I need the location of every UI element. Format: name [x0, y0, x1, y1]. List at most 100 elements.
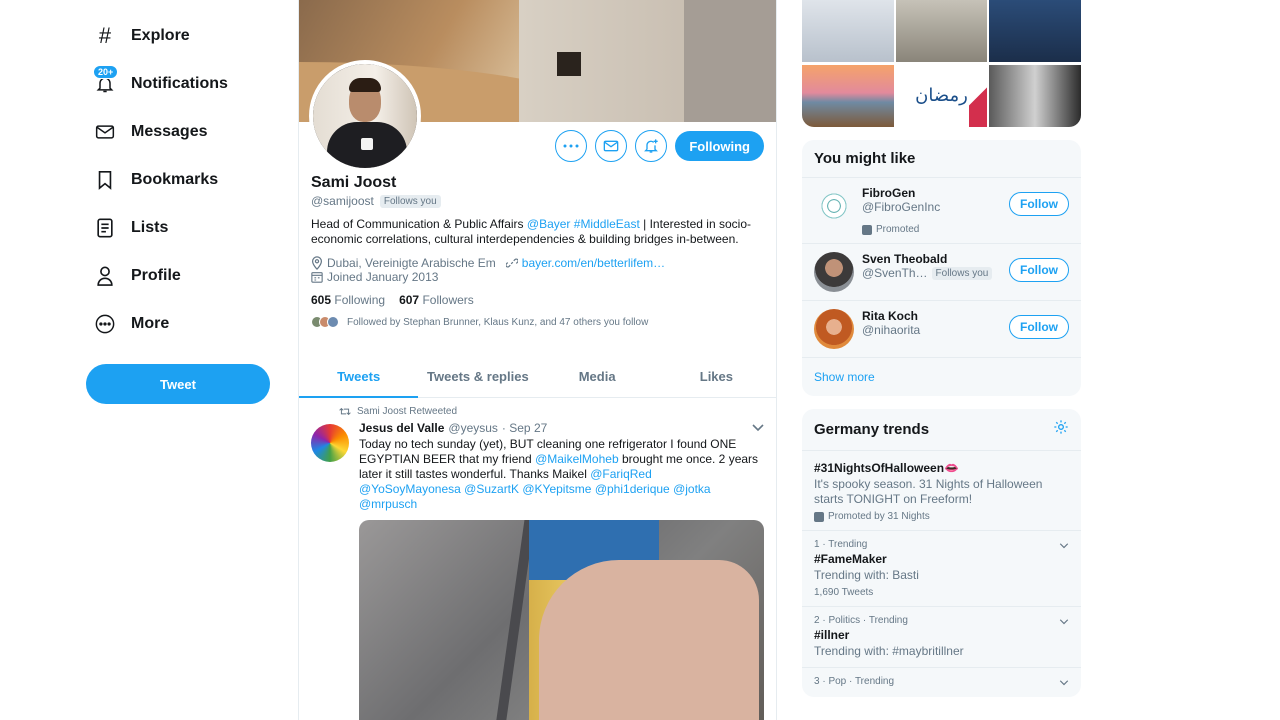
followers-label: Followers	[422, 293, 474, 307]
nav-messages[interactable]: Messages	[86, 108, 286, 156]
bio-hashtag-link[interactable]: #MiddleEast	[574, 217, 640, 231]
chevron-down-icon[interactable]	[1059, 678, 1069, 689]
media-thumbnail[interactable]	[802, 0, 894, 62]
retweeted-by-text: Sami Joost Retweeted	[357, 406, 458, 417]
list-icon	[94, 217, 116, 239]
nav-bookmarks[interactable]: Bookmarks	[86, 156, 286, 204]
tweet-mention-link[interactable]: @jotka	[673, 482, 711, 496]
gear-icon[interactable]	[1053, 419, 1069, 440]
nav-more[interactable]: More	[86, 300, 286, 348]
notify-button[interactable]	[635, 130, 668, 162]
tab-tweets[interactable]: Tweets	[299, 356, 419, 398]
tweet-media-image[interactable]	[359, 520, 764, 720]
trend-name: #FameMaker	[814, 552, 887, 566]
link-icon	[505, 258, 518, 268]
profile-avatar[interactable]	[309, 60, 421, 172]
left-nav: # Explore 20+ Notifications Messages Boo…	[86, 12, 286, 348]
media-thumbnail[interactable]	[895, 0, 988, 62]
trends-title: Germany trends	[814, 421, 930, 438]
account-avatar[interactable]	[814, 309, 854, 349]
message-button[interactable]	[595, 130, 628, 162]
nav-notifications[interactable]: 20+ Notifications	[86, 60, 286, 108]
trend-item[interactable]: 2 · Politics · Trending #illner Trending…	[802, 606, 1081, 667]
tweet-mention-link[interactable]: @FariqRed	[590, 467, 652, 481]
nav-notifications-label: Notifications	[131, 75, 228, 92]
tweet-author-avatar[interactable]	[311, 424, 349, 462]
more-circle-icon	[94, 313, 116, 335]
trend-name: #31NightsOfHalloween👄	[814, 461, 1069, 475]
bell-icon: 20+	[93, 65, 119, 95]
tweet-date[interactable]: · Sep 27	[502, 421, 547, 435]
trend-item[interactable]: #31NightsOfHalloween👄 It's spooky season…	[802, 450, 1081, 530]
media-thumbnail[interactable]	[989, 0, 1081, 62]
profile-website[interactable]: bayer.com/en/betterlifem…	[505, 256, 665, 270]
tweet-mention-link[interactable]: @phi1derique	[595, 482, 670, 496]
follow-button[interactable]: Follow	[1009, 192, 1069, 216]
nav-explore-label: Explore	[131, 27, 190, 44]
profile-joined-text: Joined January 2013	[327, 270, 439, 284]
show-more-link[interactable]: Show more	[802, 357, 1081, 396]
profile-website-link[interactable]: bayer.com/en/betterlifem…	[522, 256, 665, 270]
tab-tweets-replies[interactable]: Tweets & replies	[418, 356, 537, 397]
account-handle: @nihaorita	[862, 323, 921, 337]
follow-button[interactable]: Follow	[1009, 315, 1069, 339]
trend-item[interactable]: 3 · Pop · Trending	[802, 667, 1081, 697]
profile-location: Dubai, Vereinigte Arabische Em	[311, 256, 496, 270]
tab-media[interactable]: Media	[538, 356, 657, 397]
media-photo-grid: رمضان	[802, 0, 1081, 127]
chevron-down-icon[interactable]	[1059, 541, 1069, 552]
profile-name: Sami Joost	[311, 174, 397, 191]
nav-bookmarks-label: Bookmarks	[131, 171, 219, 188]
trend-description: It's spooky season. 31 Nights of Hallowe…	[814, 477, 1043, 506]
chevron-down-icon[interactable]	[752, 421, 764, 435]
trend-context: 2 · Politics · Trending	[814, 615, 908, 626]
nav-profile[interactable]: Profile	[86, 252, 286, 300]
retweet-context: Sami Joost Retweeted	[339, 406, 776, 417]
nav-messages-label: Messages	[131, 123, 208, 140]
followers-count-link[interactable]: 607 Followers	[399, 293, 474, 307]
nav-lists[interactable]: Lists	[86, 204, 286, 252]
trend-name-text: #31NightsOfHalloween	[814, 461, 945, 475]
tweet-mention-link[interactable]: @KYepitsme	[522, 482, 591, 496]
hash-icon: #	[98, 23, 112, 48]
tab-likes[interactable]: Likes	[657, 356, 776, 397]
tweet-button[interactable]: Tweet	[86, 364, 270, 404]
media-thumbnail[interactable]	[989, 64, 1081, 127]
following-count-link[interactable]: 605 Following	[311, 293, 385, 307]
followed-by-row[interactable]: Followed by Stephan Brunner, Klaus Kunz,…	[311, 316, 764, 328]
profile-location-text: Dubai, Vereinigte Arabische Em	[327, 256, 496, 270]
ellipsis-icon	[563, 144, 579, 148]
promoted-label: Promoted	[862, 224, 1069, 235]
suggested-account[interactable]: Rita Koch @nihaorita Follow	[802, 300, 1081, 357]
media-thumbnail[interactable]: رمضان	[895, 64, 988, 127]
account-avatar[interactable]	[814, 252, 854, 292]
ramadan-text: رمضان	[915, 85, 968, 105]
trends-header: Germany trends	[802, 409, 1081, 450]
account-avatar[interactable]	[814, 186, 854, 226]
tweet-mention-link[interactable]: @mrpusch	[359, 497, 417, 511]
promoted-icon	[862, 224, 872, 235]
profile-bio: Head of Communication & Public Affairs @…	[311, 217, 764, 247]
more-options-button[interactable]	[555, 130, 588, 162]
follow-button[interactable]: Follow	[1009, 258, 1069, 282]
profile-joined: Joined January 2013	[311, 270, 764, 284]
tweet-mention-link[interactable]: @SuzartK	[464, 482, 519, 496]
banner-window	[557, 52, 581, 76]
suggested-account[interactable]: FibroGen @FibroGenInc Promoted Follow	[802, 177, 1081, 243]
tweet-author-name[interactable]: Jesus del Valle	[359, 421, 444, 435]
trend-item[interactable]: 1 · Trending #FameMaker Trending with: B…	[802, 530, 1081, 606]
following-button[interactable]: Following	[675, 131, 764, 161]
banner-wall-shadow	[684, 0, 776, 122]
chevron-down-icon[interactable]	[1059, 617, 1069, 628]
nav-explore[interactable]: # Explore	[86, 12, 286, 60]
suggested-account[interactable]: Sven Theobald @SvenTh… Follows you Follow	[802, 243, 1081, 300]
media-thumbnail[interactable]	[802, 64, 894, 127]
tweet-mention-link[interactable]: @YoSoyMayonesa	[359, 482, 461, 496]
nav-more-label: More	[131, 315, 170, 332]
nav-profile-label: Profile	[131, 267, 181, 284]
profile-tabs: Tweets Tweets & replies Media Likes	[299, 356, 776, 398]
bio-mention-link[interactable]: @Bayer	[527, 217, 571, 231]
tweet[interactable]: Sami Joost Retweeted Jesus del Valle @ye…	[299, 406, 776, 720]
tweet-author-handle[interactable]: @yeysus	[448, 421, 498, 435]
tweet-mention-link[interactable]: @MaikelMoheb	[535, 452, 619, 466]
